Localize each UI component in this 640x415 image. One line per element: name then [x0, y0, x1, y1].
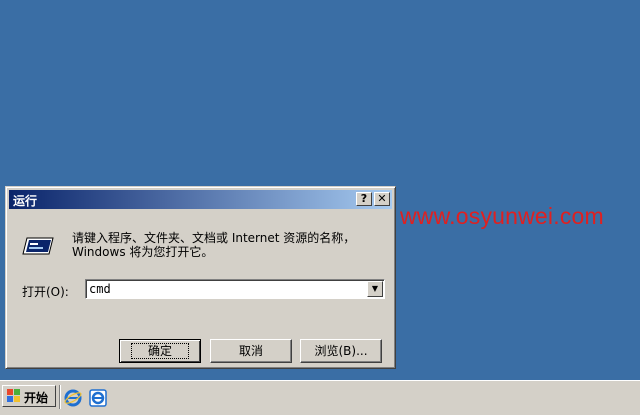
- ok-button-label: 确定: [130, 343, 189, 359]
- dropdown-arrow-icon[interactable]: ▼: [367, 281, 383, 297]
- start-button[interactable]: 开始: [2, 385, 56, 407]
- run-dialog: 运行 ? ✕ 请键入程序、文件夹、文档或 Internet 资源的名称，Wind…: [5, 186, 396, 369]
- ok-button[interactable]: 确定: [119, 339, 201, 363]
- help-button[interactable]: ?: [356, 192, 372, 206]
- run-icon: [22, 237, 54, 255]
- open-label: 打开(O):: [22, 285, 69, 299]
- close-button[interactable]: ✕: [374, 192, 390, 206]
- start-label: 开始: [24, 391, 49, 405]
- dialog-title: 运行: [13, 194, 38, 208]
- taskbar-divider: [59, 385, 61, 409]
- open-combobox[interactable]: ▼: [85, 279, 385, 299]
- ie-icon[interactable]: [64, 389, 82, 407]
- watermark-text: www.osyunwei.com: [400, 203, 604, 229]
- windows-logo-icon: [7, 389, 20, 402]
- cancel-button[interactable]: 取消: [210, 339, 292, 363]
- taskbar: 开始: [0, 380, 640, 415]
- ie-browser-icon[interactable]: [89, 389, 107, 407]
- title-bar[interactable]: 运行 ? ✕: [9, 190, 392, 209]
- dialog-description: 请键入程序、文件夹、文档或 Internet 资源的名称，Windows 将为您…: [72, 231, 356, 259]
- browse-button[interactable]: 浏览(B)...: [300, 339, 382, 363]
- open-input[interactable]: [89, 281, 359, 297]
